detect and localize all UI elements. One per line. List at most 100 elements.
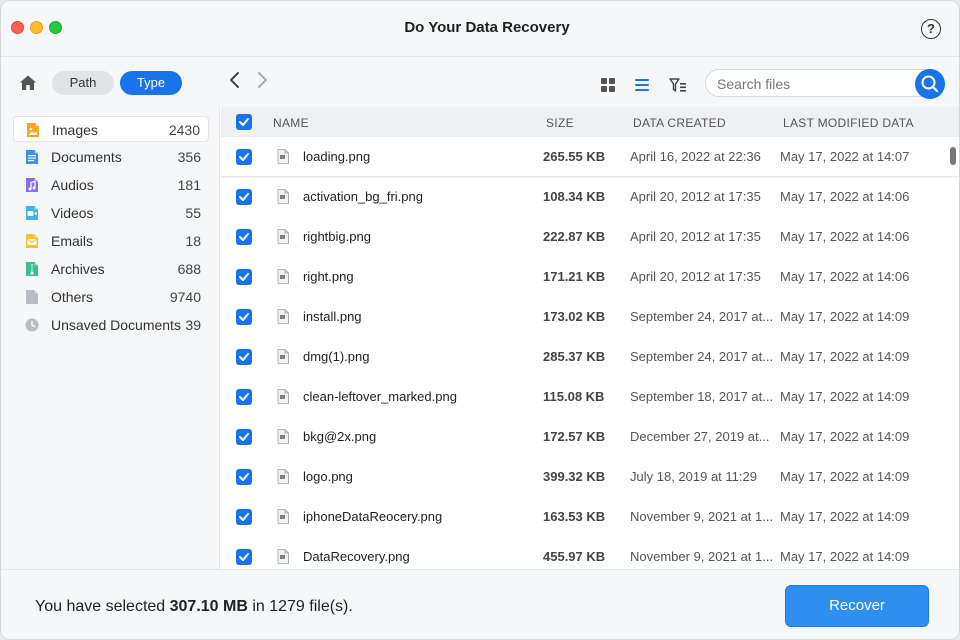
file-modified-date: May 17, 2022 at 14:09 (780, 429, 910, 444)
app-window: Do Your Data Recovery ? Path Type Search… (0, 0, 960, 640)
file-modified-date: May 17, 2022 at 14:07 (780, 149, 910, 164)
sidebar-item-archives[interactable]: Archives 688 (13, 256, 209, 282)
table-row[interactable]: iphoneDataReocery.png 163.53 KB November 9… (221, 497, 959, 537)
select-all-checkbox[interactable] (236, 114, 252, 130)
table-row[interactable]: bkg@2x.png 172.57 KB December 27, 2019 at.… (221, 417, 959, 457)
sidebar-item-emails[interactable]: Emails 18 (13, 228, 209, 254)
table-row[interactable]: right.png 171.21 KB April 20, 2012 at 17:3… (221, 257, 959, 297)
row-checkbox[interactable] (236, 149, 252, 165)
sidebar-item-label: Emails (51, 233, 94, 249)
table-row[interactable]: install.png 173.02 KB September 24, 2017 a… (221, 297, 959, 337)
file-created-date: December 27, 2019 at... (630, 429, 770, 444)
sidebar-item-count: 356 (177, 149, 201, 165)
back-arrow-icon[interactable] (227, 71, 243, 89)
selected-size: 307.10 MB (169, 598, 248, 615)
row-checkbox[interactable] (236, 269, 252, 285)
sidebar-item-documents[interactable]: Documents 356 (13, 144, 209, 170)
row-checkbox[interactable] (236, 469, 252, 485)
row-checkbox[interactable] (236, 229, 252, 245)
file-size: 455.97 KB (543, 549, 606, 564)
sidebar-item-unsaved-documents[interactable]: Unsaved Documents 39 (13, 312, 209, 338)
table-row[interactable]: loading.png 265.55 KB April 16, 2022 at 22… (221, 137, 959, 177)
file-table: NAME SIZE DATA CREATED LAST MODIFIED DAT… (221, 107, 959, 569)
footer-bar: You have selected 307.10 MB in 1279 file… (1, 569, 959, 639)
name-column-header[interactable]: NAME (273, 116, 309, 130)
archive-icon (26, 262, 38, 276)
help-button[interactable]: ? (921, 19, 941, 39)
image-file-icon (277, 549, 289, 564)
sidebar-item-count: 39 (185, 317, 201, 333)
sidebar-item-others[interactable]: Others 9740 (13, 284, 209, 310)
file-size: 172.57 KB (543, 429, 606, 444)
file-created-date: November 9, 2021 at 1... (630, 509, 774, 524)
created-column-header[interactable]: DATA CREATED (633, 116, 726, 130)
file-created-date: April 20, 2012 at 17:35 (630, 269, 761, 284)
image-file-icon (277, 269, 289, 284)
sidebar-item-count: 2430 (168, 122, 200, 138)
file-name: clean-leftover_marked.png (303, 389, 457, 404)
file-size: 163.53 KB (543, 509, 606, 524)
sidebar-item-videos[interactable]: Videos 55 (13, 200, 209, 226)
type-view-toggle[interactable]: Type (120, 71, 182, 95)
table-scrollbar[interactable] (950, 147, 956, 165)
sidebar-item-label: Documents (51, 149, 122, 165)
file-created-date: April 20, 2012 at 17:35 (630, 229, 761, 244)
file-created-date: April 16, 2022 at 22:36 (630, 149, 761, 164)
sidebar-item-label: Others (51, 289, 94, 305)
grid-view-icon[interactable] (599, 77, 617, 93)
file-size: 399.32 KB (543, 469, 606, 484)
forward-arrow-icon[interactable] (254, 71, 270, 89)
image-file-icon (277, 229, 289, 244)
sidebar-item-audios[interactable]: Audios 181 (13, 172, 209, 198)
file-icon (26, 290, 38, 304)
sidebar-item-images[interactable]: Images 2430 (13, 116, 209, 142)
row-checkbox[interactable] (236, 189, 252, 205)
row-checkbox[interactable] (236, 549, 252, 565)
image-file-icon (277, 389, 289, 404)
file-name: DataRecovery.png (303, 549, 410, 564)
table-row[interactable]: rightbig.png 222.87 KB April 20, 2012 at 1… (221, 217, 959, 257)
size-column-header[interactable]: SIZE (546, 116, 574, 130)
row-checkbox[interactable] (236, 389, 252, 405)
file-name: rightbig.png (303, 229, 371, 244)
table-row[interactable]: dmg(1).png 285.37 KB September 24, 2017 at… (221, 337, 959, 377)
file-size: 265.55 KB (543, 149, 606, 164)
file-name: loading.png (303, 149, 371, 164)
row-checkbox[interactable] (236, 429, 252, 445)
file-modified-date: May 17, 2022 at 14:09 (780, 349, 910, 364)
search-icon (921, 75, 939, 93)
file-name: right.png (303, 269, 354, 284)
recover-button[interactable]: Recover (785, 585, 929, 627)
home-icon[interactable] (19, 74, 37, 92)
file-name: bkg@2x.png (303, 429, 377, 444)
image-file-icon (277, 509, 289, 524)
row-checkbox[interactable] (236, 309, 252, 325)
file-size: 115.08 KB (543, 389, 605, 404)
document-icon (26, 150, 38, 164)
file-created-date: September 18, 2017 at... (630, 389, 774, 404)
table-row[interactable]: activation_bg_fri.png 108.34 KB April 20, … (221, 177, 959, 217)
search-input[interactable] (717, 75, 907, 93)
image-file-icon (277, 309, 289, 324)
title-bar: Do Your Data Recovery ? (1, 1, 959, 57)
path-view-toggle[interactable]: Path (52, 71, 114, 95)
sidebar-item-count: 9740 (169, 289, 201, 305)
file-size: 285.37 KB (543, 349, 606, 364)
image-file-icon (277, 189, 289, 204)
table-row[interactable]: clean-leftover_marked.png 115.08 KB Septem… (221, 377, 959, 417)
modified-column-header[interactable]: LAST MODIFIED DATA (783, 116, 914, 130)
row-checkbox[interactable] (236, 509, 252, 525)
filter-icon[interactable] (669, 77, 687, 93)
sidebar-item-label: Audios (51, 177, 94, 193)
file-name: activation_bg_fri.png (303, 189, 423, 204)
sidebar-item-label: Videos (51, 205, 94, 221)
table-row[interactable]: DataRecovery.png 455.97 KB November 9, 202… (221, 537, 959, 569)
row-checkbox[interactable] (236, 349, 252, 365)
status-suffix: in 1279 file(s). (247, 598, 353, 615)
list-view-icon[interactable] (633, 77, 651, 93)
search-button[interactable] (915, 69, 945, 99)
table-row[interactable]: logo.png 399.32 KB July 18, 2019 at 11:29 M… (221, 457, 959, 497)
sidebar-item-label: Unsaved Documents (51, 317, 181, 333)
file-modified-date: May 17, 2022 at 14:09 (780, 509, 910, 524)
toolbar: Path Type (1, 57, 959, 107)
